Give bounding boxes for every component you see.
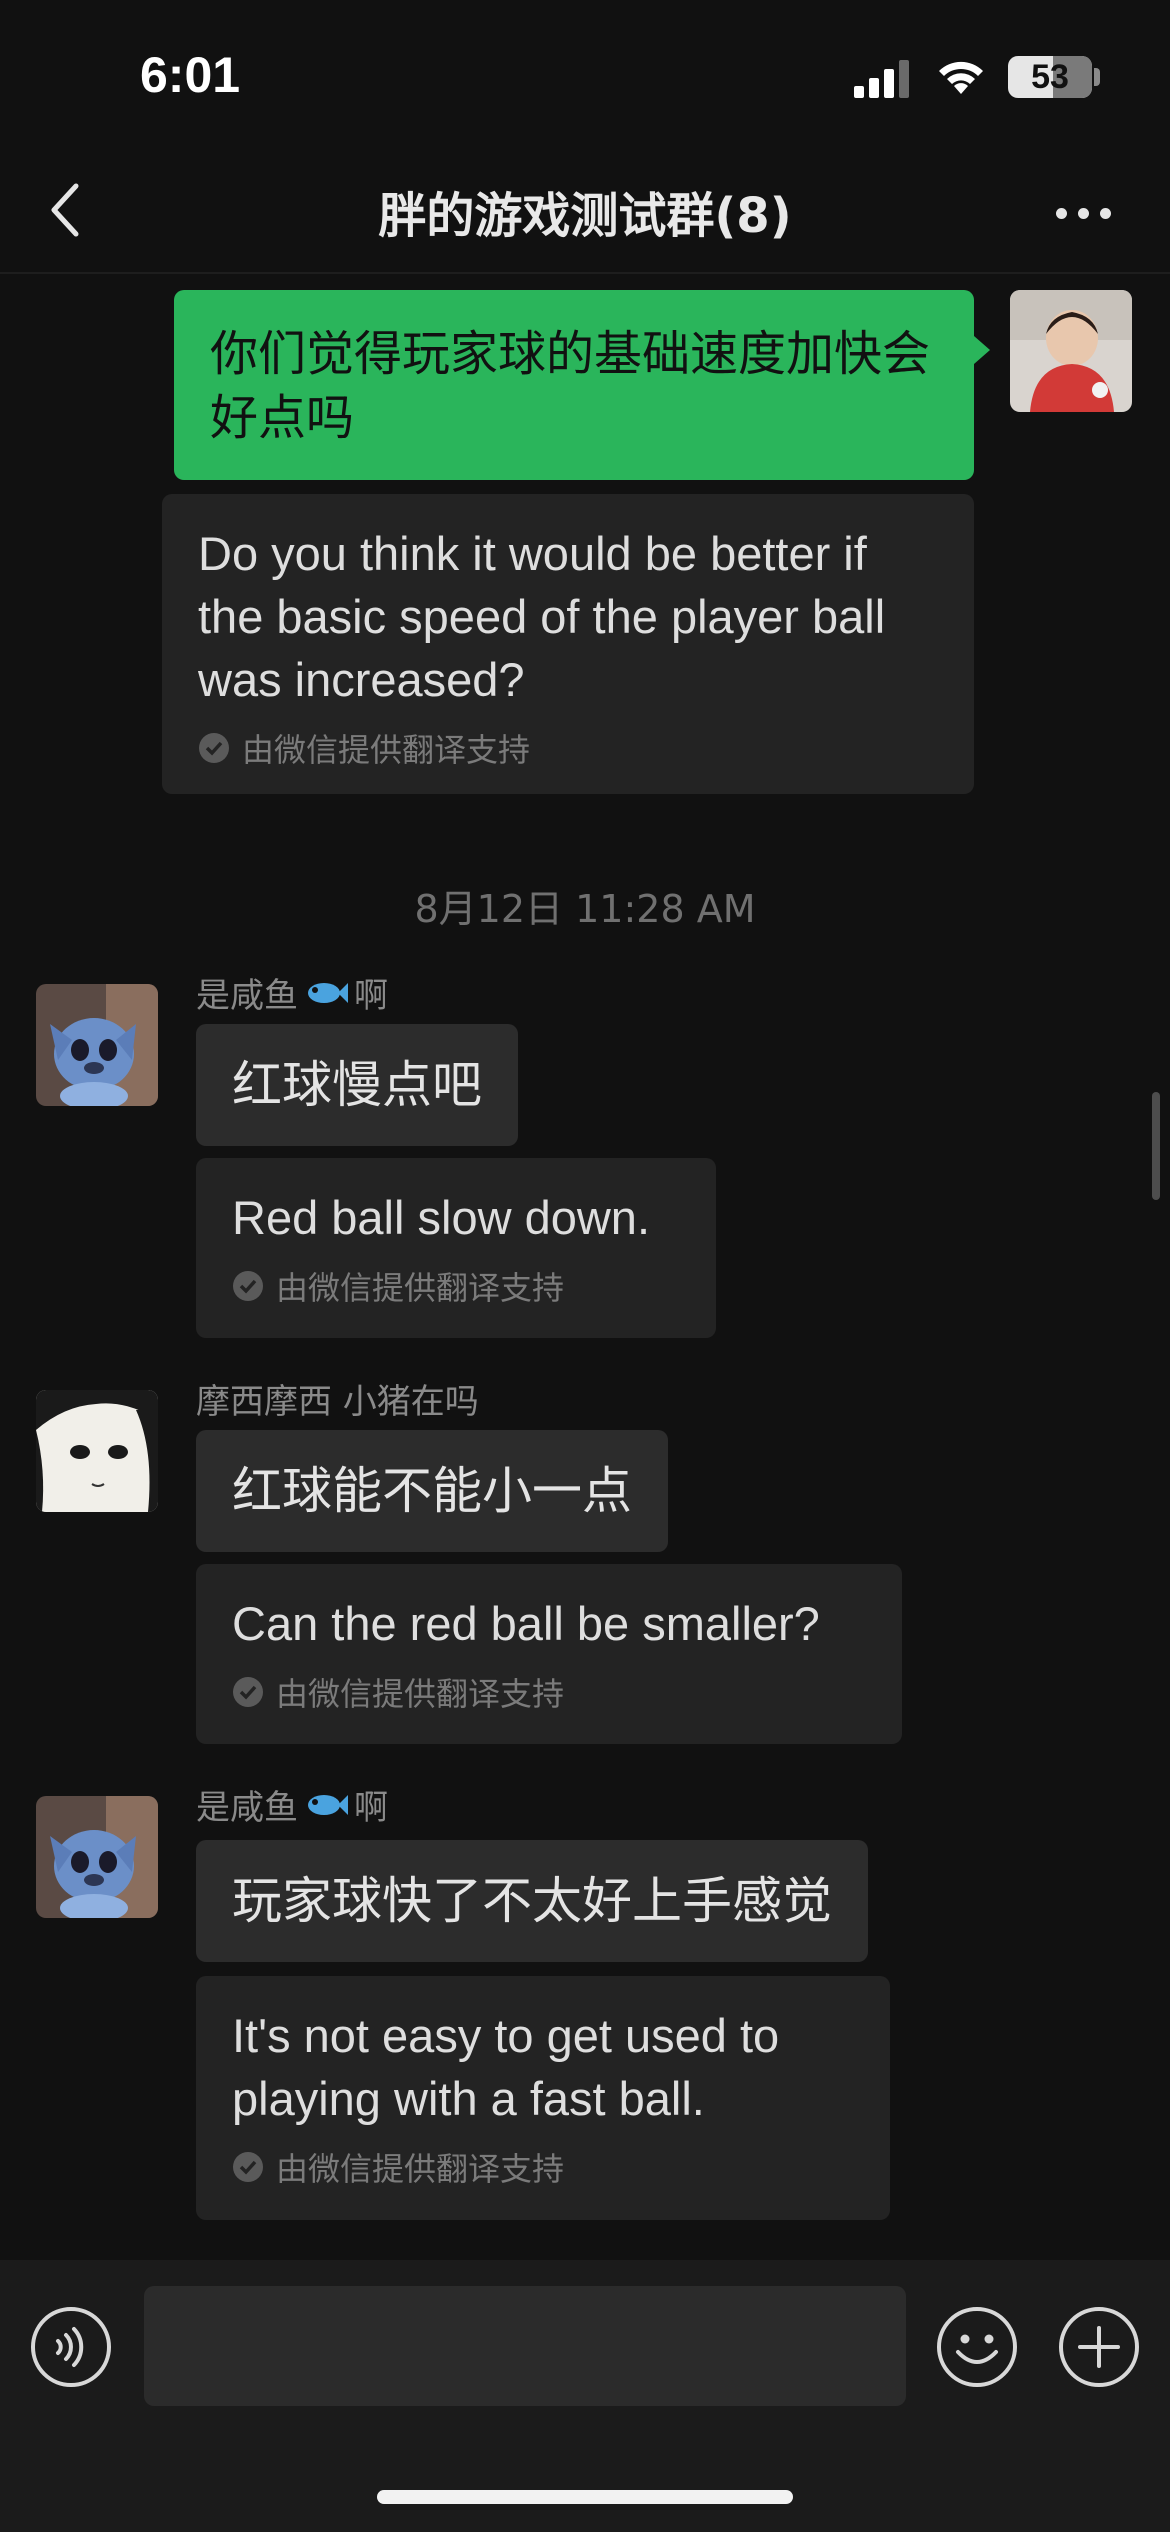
stitch-avatar-image — [36, 1796, 158, 1918]
sender-avatar-girl[interactable] — [36, 1390, 158, 1512]
plus-circle-icon[interactable] — [1058, 2306, 1140, 2388]
sender-name-text: 是咸鱼 — [196, 1788, 298, 1828]
translation-credit: 由微信提供翻译支持 — [232, 2144, 854, 2190]
sender-name: 是咸鱼 啊 — [196, 1780, 388, 1829]
status-time: 6:01 — [140, 47, 241, 103]
more-ellipsis-icon[interactable] — [1052, 192, 1116, 232]
message-bubble[interactable]: 红球能不能小一点 — [196, 1430, 668, 1552]
cellular-signal-icon — [854, 60, 909, 98]
sender-name: 摩西摩西 小猪在吗 — [196, 1374, 479, 1423]
translation-credit: 由微信提供翻译支持 — [232, 1263, 680, 1309]
ellipsis-dot — [1100, 208, 1111, 219]
smiley-icon[interactable] — [936, 2306, 1018, 2388]
translation-text: Do you think it would be better if the b… — [198, 527, 886, 706]
chat-title: 胖的游戏测试群(8) — [378, 188, 792, 244]
home-indicator[interactable] — [377, 2490, 793, 2504]
message-bubble[interactable]: 玩家球快了不太好上手感觉 — [196, 1840, 868, 1962]
fish-emoji-icon — [308, 982, 348, 1003]
sender-name-suffix: 啊 — [354, 976, 388, 1016]
check-circle-icon — [233, 1677, 263, 1707]
translation-box[interactable]: It's not easy to get used to playing wit… — [196, 1976, 890, 2220]
sender-name-text: 摩西摩西 小猪在吗 — [196, 1382, 479, 1422]
scroll-indicator[interactable] — [1152, 1092, 1160, 1200]
translation-credit-label: 由微信提供翻译支持 — [242, 731, 531, 769]
my-message-bubble[interactable]: 你们觉得玩家球的基础速度加快会好点吗 — [174, 290, 974, 480]
translation-box[interactable]: Red ball slow down. 由微信提供翻译支持 — [196, 1158, 716, 1338]
manga-girl-avatar-image — [36, 1390, 158, 1512]
my-bubble-tail — [974, 336, 990, 364]
translation-credit: 由微信提供翻译支持 — [198, 725, 938, 771]
check-circle-icon — [233, 2152, 263, 2182]
message-input[interactable] — [144, 2286, 906, 2406]
status-bar: 6:01 53 — [0, 0, 1170, 150]
nav-bar: 胖的游戏测试群(8) — [0, 150, 1170, 274]
translation-credit: 由微信提供翻译支持 — [232, 1669, 866, 1715]
sender-avatar-stitch[interactable] — [36, 984, 158, 1106]
child-avatar-image — [1010, 290, 1132, 412]
translation-credit-label: 由微信提供翻译支持 — [276, 1675, 565, 1713]
sender-name-suffix: 啊 — [354, 1788, 388, 1828]
stitch-avatar-image — [36, 984, 158, 1106]
battery-tip — [1094, 68, 1100, 86]
check-circle-icon — [199, 733, 229, 763]
sender-name: 是咸鱼 啊 — [196, 968, 388, 1017]
message-bubble[interactable]: 红球慢点吧 — [196, 1024, 518, 1146]
translation-text: It's not easy to get used to playing wit… — [232, 2009, 780, 2125]
translation-box[interactable]: Can the red ball be smaller? 由微信提供翻译支持 — [196, 1564, 902, 1744]
check-circle-icon — [233, 1271, 263, 1301]
wifi-icon — [939, 61, 983, 94]
ellipsis-dot — [1056, 208, 1067, 219]
translation-credit-label: 由微信提供翻译支持 — [276, 1269, 565, 1307]
fish-emoji-icon — [308, 1794, 348, 1815]
ellipsis-dot — [1078, 208, 1089, 219]
translation-box[interactable]: Do you think it would be better if the b… — [162, 494, 974, 794]
sender-avatar-stitch[interactable] — [36, 1796, 158, 1918]
battery-percentage: 53 — [1031, 58, 1069, 96]
voice-icon[interactable] — [30, 2306, 112, 2388]
translation-text: Can the red ball be smaller? — [232, 1597, 820, 1650]
translation-text: Red ball slow down. — [232, 1191, 650, 1244]
sender-name-text: 是咸鱼 — [196, 976, 298, 1016]
translation-credit-label: 由微信提供翻译支持 — [276, 2150, 565, 2188]
chat-message-list[interactable]: 你们觉得玩家球的基础速度加快会好点吗 Do you think it would… — [0, 276, 1170, 2260]
battery-icon: 53 — [1008, 56, 1092, 98]
wechat-chat-screen: 6:01 53 胖的游戏测试群(8) 你们觉得玩家球的基础速度加快会好点吗 Do… — [0, 0, 1170, 2532]
my-avatar[interactable] — [1010, 290, 1132, 412]
chat-timestamp: 8月12日 11:28 AM — [414, 887, 756, 931]
